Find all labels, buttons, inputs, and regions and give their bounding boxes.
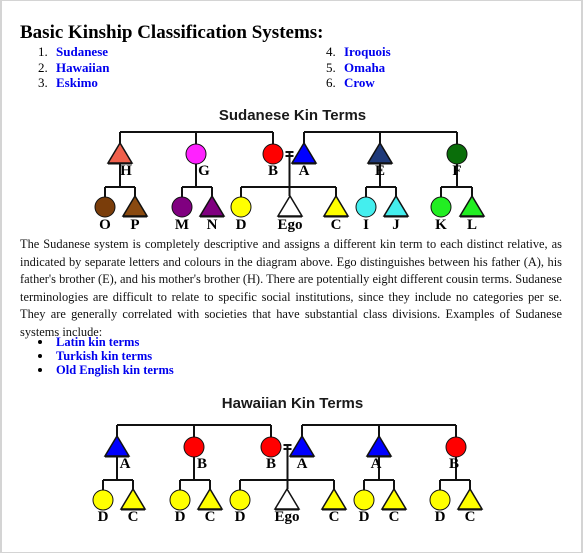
- child-d-circle-icon: [429, 489, 451, 511]
- child-label-c: C: [329, 509, 340, 525]
- parent-label-a: A: [371, 456, 382, 472]
- parent-a-triangle-icon: [103, 434, 131, 457]
- child-c-triangle-icon: [196, 487, 224, 510]
- child-d-circle-icon: [353, 489, 375, 511]
- child-c-triangle-icon: [380, 487, 408, 510]
- child-label-d: D: [435, 509, 446, 525]
- parent-label-b: B: [449, 456, 459, 472]
- parent-label-a: A: [297, 456, 308, 472]
- child-c-triangle-icon: [456, 487, 484, 510]
- parent-b-circle-icon: [183, 436, 205, 458]
- child-d-circle-icon: [92, 489, 114, 511]
- parent-label-a: A: [120, 456, 131, 472]
- child-label-c: C: [205, 509, 216, 525]
- child-label-d: D: [235, 509, 246, 525]
- child-c-triangle-icon: [119, 487, 147, 510]
- parent-label-b: B: [197, 456, 207, 472]
- parent-a-triangle-icon: [365, 434, 393, 457]
- child-label-c: C: [465, 509, 476, 525]
- child-label-d: D: [175, 509, 186, 525]
- parent-a-triangle-icon: [288, 434, 316, 457]
- hawaiian-kinship-diagram: A B B A A B D C D C D Ego C D C D C: [92, 424, 484, 525]
- child-label-ego: Ego: [274, 509, 299, 525]
- child-ego-triangle-icon: [273, 487, 301, 510]
- child-label-c: C: [128, 509, 139, 525]
- parent-b-circle-icon: [445, 436, 467, 458]
- child-label-c: C: [389, 509, 400, 525]
- child-label-d: D: [98, 509, 109, 525]
- parent-b-circle-icon: [260, 436, 282, 458]
- parent-label-b: B: [266, 456, 276, 472]
- child-label-d: D: [359, 509, 370, 525]
- child-d-circle-icon: [169, 489, 191, 511]
- child-d-circle-icon: [229, 489, 251, 511]
- child-c-triangle-icon: [320, 487, 348, 510]
